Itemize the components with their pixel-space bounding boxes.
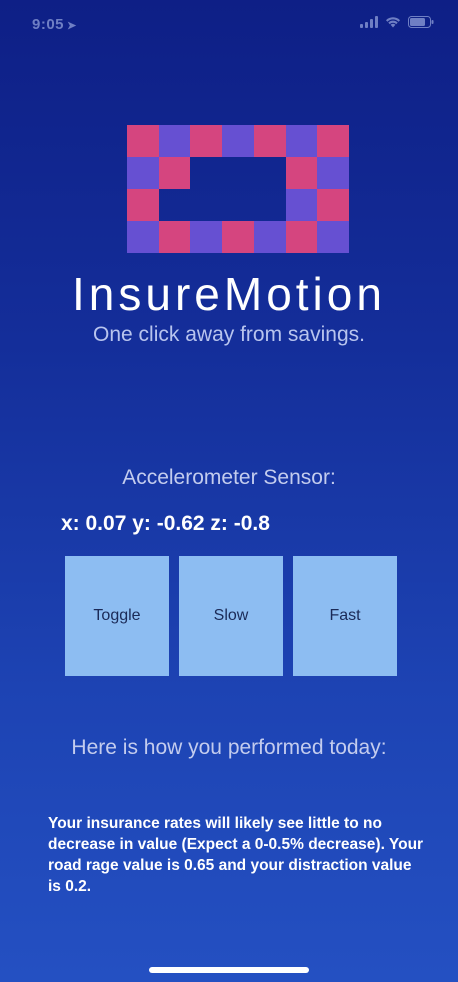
logo-tile xyxy=(190,157,222,189)
logo-tile xyxy=(254,189,286,221)
logo-tile xyxy=(222,189,254,221)
logo-tile xyxy=(222,125,254,157)
logo-tile xyxy=(317,189,349,221)
logo-tile xyxy=(190,221,223,253)
logo-tile xyxy=(285,221,318,253)
logo-tile xyxy=(317,221,349,253)
fast-button[interactable]: Fast xyxy=(293,556,397,676)
logo-tile xyxy=(158,125,191,157)
app-title: InsureMotion xyxy=(72,268,386,320)
wifi-icon xyxy=(385,16,401,28)
logo-tile xyxy=(253,125,286,157)
logo-tile xyxy=(253,221,286,253)
logo-tile xyxy=(317,125,349,157)
logo-tile xyxy=(254,157,286,189)
slow-button[interactable]: Slow xyxy=(179,556,283,676)
logo-tile xyxy=(158,157,191,189)
logo-tile xyxy=(285,157,318,189)
logo-tile xyxy=(159,189,191,221)
location-arrow-icon: ➤ xyxy=(67,20,77,32)
logo-tile xyxy=(158,221,191,253)
status-time: 9:05 ➤ xyxy=(32,16,77,33)
status-icons xyxy=(360,16,434,28)
logo-tile xyxy=(127,221,159,253)
app-screen: 9:05 ➤ InsureMotion One click away from … xyxy=(0,0,458,982)
status-time-text: 9:05 xyxy=(32,16,65,33)
cellular-signal-icon xyxy=(360,16,378,28)
logo-tile xyxy=(127,125,159,157)
status-bar: 9:05 ➤ xyxy=(0,0,458,46)
logo-tile xyxy=(285,189,318,221)
insuremotion-logo xyxy=(127,125,349,253)
performance-heading: Here is how you performed today: xyxy=(71,736,387,759)
logo-tile xyxy=(285,125,318,157)
tagline: One click away from savings. xyxy=(93,323,365,346)
performance-summary: Your insurance rates will likely see lit… xyxy=(48,815,424,895)
logo-tile xyxy=(222,157,254,189)
home-indicator[interactable] xyxy=(149,967,309,973)
logo-tile xyxy=(127,189,159,221)
logo-tile xyxy=(222,221,254,253)
control-button-row: Toggle Slow Fast xyxy=(65,556,397,676)
logo-tile xyxy=(190,189,222,221)
accelerometer-readout: x: 0.07 y: -0.62 z: -0.8 xyxy=(61,512,270,535)
battery-icon xyxy=(408,16,434,28)
logo-tile xyxy=(317,157,349,189)
toggle-button[interactable]: Toggle xyxy=(65,556,169,676)
sensor-heading: Accelerometer Sensor: xyxy=(122,466,336,489)
logo-tile xyxy=(127,157,159,189)
logo-tile xyxy=(190,125,223,157)
